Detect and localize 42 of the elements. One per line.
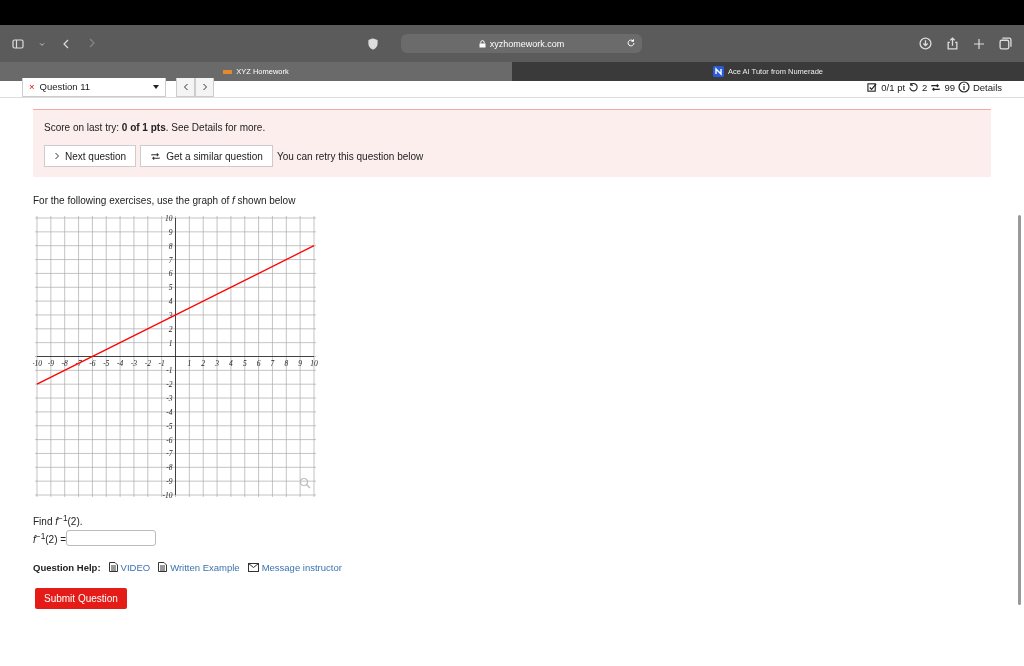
attempts-count: 99 [944, 81, 955, 93]
document-icon [158, 562, 168, 573]
site-icon [223, 69, 233, 74]
score-text: 0/1 pt [881, 81, 906, 93]
help-label: Question Help: [33, 561, 101, 573]
document-icon [108, 562, 118, 573]
next-question-button[interactable]: Next question [44, 145, 137, 167]
scrollbar[interactable] [1018, 215, 1021, 605]
address-bar[interactable]: xyzhomework.com [401, 34, 642, 53]
n-logo-icon [712, 66, 724, 77]
score-message: Score on last try: 0 of 1 pts. See Details for more. [44, 122, 267, 133]
envelope-icon [247, 562, 259, 572]
chevron-right-icon [201, 82, 208, 91]
lock-icon [478, 39, 486, 48]
url-text: xyzhomework.com [489, 38, 565, 49]
retry-note: You can retry this question below [276, 150, 424, 162]
plus-icon[interactable] [973, 37, 985, 50]
sidebar-icon[interactable] [12, 37, 24, 50]
caret-icon [153, 84, 159, 89]
answer-label: f$^{−1}$(2) = [33, 530, 67, 548]
question-text: Find f$^{−1}$(2). [33, 512, 84, 530]
similar-question-button[interactable]: Get a similar question [140, 145, 273, 167]
answer-field[interactable] [66, 530, 157, 547]
tabs-icon[interactable] [999, 37, 1012, 50]
chevron-right-icon [54, 152, 60, 160]
chevron-left-icon [182, 82, 189, 91]
submit-button[interactable]: Submit Question [35, 587, 127, 609]
share-icon[interactable] [946, 37, 959, 50]
checkbox-icon[interactable] [867, 81, 879, 93]
repeat-icon[interactable] [930, 81, 942, 93]
reload-icon[interactable] [626, 38, 636, 48]
details-link[interactable]: Details [972, 81, 1002, 93]
instructions-text: For the following exercises, use the graph of f shown below [33, 195, 297, 206]
info-icon[interactable] [957, 81, 970, 93]
help-link[interactable]: VIDEO [108, 561, 151, 573]
retries-count: 2 [922, 81, 928, 93]
repeat-icon [150, 150, 162, 162]
retry-icon[interactable] [908, 81, 920, 93]
help-link[interactable]: Written Example [158, 561, 240, 573]
message-link[interactable]: Message instructor [247, 561, 342, 573]
shield-icon[interactable] [367, 37, 379, 50]
download-icon[interactable] [919, 37, 932, 50]
